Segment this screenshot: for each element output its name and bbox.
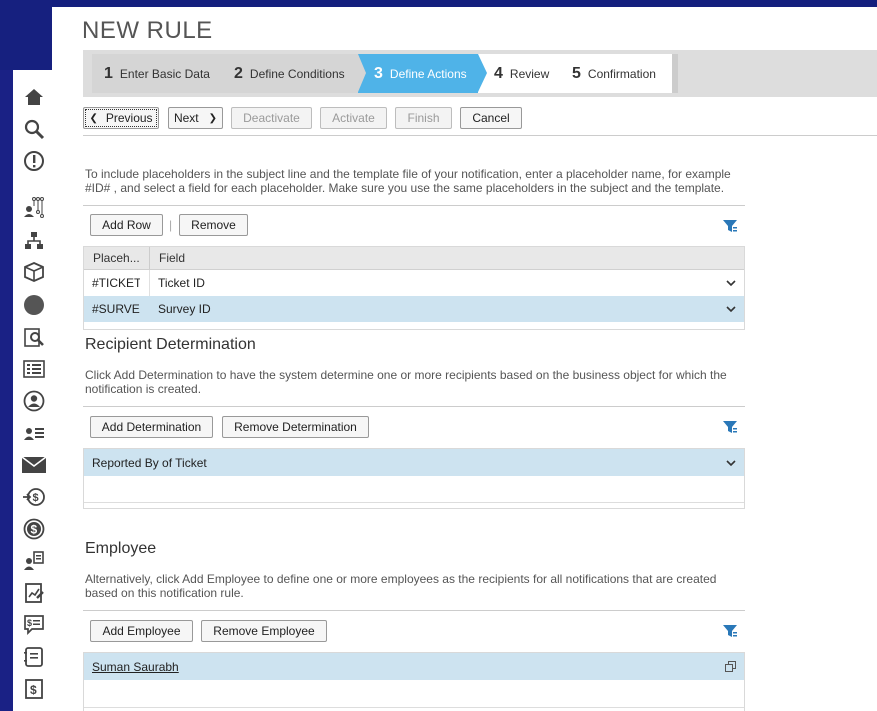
next-button[interactable]: Next ❯ xyxy=(168,107,223,129)
table-row[interactable]: Reported By of Ticket xyxy=(84,449,744,476)
chevron-down-icon[interactable] xyxy=(726,296,736,322)
box-icon[interactable] xyxy=(23,261,45,283)
remove-determination-button[interactable]: Remove Determination xyxy=(222,416,369,438)
desktop-background-top xyxy=(0,0,877,7)
activate-button[interactable]: Activate xyxy=(320,107,387,129)
org-people-icon[interactable] xyxy=(23,194,45,220)
table-header: Placeh... Field xyxy=(84,247,744,270)
field-cell[interactable]: Survey ID xyxy=(158,296,211,322)
chevron-left-icon: ❮ xyxy=(89,112,98,124)
table-row[interactable]: Suman Saurabh xyxy=(84,653,744,680)
placeholder-cell[interactable]: #SURVE xyxy=(92,296,140,322)
list-icon[interactable] xyxy=(23,358,45,380)
step-label: Enter Basic Data xyxy=(119,66,210,81)
table-footer-line xyxy=(84,707,744,708)
svg-text:$: $ xyxy=(30,683,37,697)
cancel-button[interactable]: Cancel xyxy=(460,107,522,129)
filter-icon[interactable] xyxy=(722,623,738,639)
add-row-button[interactable]: Add Row xyxy=(90,214,163,236)
employee-title: Employee xyxy=(85,540,157,557)
remove-employee-button[interactable]: Remove Employee xyxy=(201,620,327,642)
finish-button[interactable]: Finish xyxy=(395,107,452,129)
analytics-icon[interactable] xyxy=(23,326,45,348)
table-row[interactable]: #SURVE Survey ID xyxy=(84,296,744,322)
deactivate-button[interactable]: Deactivate xyxy=(231,107,312,129)
step-number: 2 xyxy=(234,64,243,82)
step-define-actions[interactable]: 3 Define Actions xyxy=(358,54,478,93)
chevron-down-icon[interactable] xyxy=(726,449,736,476)
dollar-icon[interactable]: $ xyxy=(23,518,45,540)
previous-button[interactable]: ❮ Previous xyxy=(83,107,159,129)
filter-icon[interactable] xyxy=(722,218,738,234)
section-divider xyxy=(83,610,745,611)
svg-text:$: $ xyxy=(27,618,32,628)
column-header-placeholder[interactable]: Placeh... xyxy=(93,247,140,269)
filter-icon[interactable] xyxy=(722,419,738,435)
step-number: 5 xyxy=(572,64,581,82)
step-active-arrow xyxy=(478,54,487,92)
previous-label: Previous xyxy=(105,111,153,125)
step-label: Define Actions xyxy=(389,66,467,81)
step-number: 1 xyxy=(104,64,113,82)
add-determination-button[interactable]: Add Determination xyxy=(90,416,213,438)
table-row[interactable]: #TICKET Ticket ID xyxy=(84,270,744,297)
step-number: 4 xyxy=(494,64,503,82)
person-doc-icon[interactable] xyxy=(23,550,45,572)
remove-button[interactable]: Remove xyxy=(179,214,248,236)
search-icon[interactable] xyxy=(23,118,45,140)
recipient-cell[interactable]: Reported By of Ticket xyxy=(92,449,207,476)
step-label: Confirmation xyxy=(587,66,656,81)
column-header-field[interactable]: Field xyxy=(159,247,185,269)
column-divider xyxy=(149,247,150,269)
step-label: Review xyxy=(509,66,550,81)
step-number: 3 xyxy=(374,64,383,82)
chevron-right-icon: ❯ xyxy=(208,112,218,124)
employee-table: Suman Saurabh xyxy=(83,652,745,711)
alert-icon[interactable] xyxy=(23,150,45,172)
next-label: Next xyxy=(173,111,199,125)
chevron-down-icon[interactable] xyxy=(726,270,736,296)
page-title: NEW RULE xyxy=(82,17,213,44)
toolbar-separator: | xyxy=(169,218,173,232)
step-enter-basic-data[interactable]: 1 Enter Basic Data xyxy=(92,54,218,93)
table-footer-line xyxy=(84,502,744,503)
report-icon[interactable] xyxy=(23,582,45,604)
svg-text:$: $ xyxy=(31,523,38,537)
employee-description: Alternatively, click Add Employee to def… xyxy=(85,572,717,600)
step-bar-end xyxy=(672,54,678,93)
step-review[interactable]: 4 Review xyxy=(478,54,558,93)
step-bar: 1 Enter Basic Data 2 Define Conditions 3… xyxy=(83,50,877,97)
toolbar-divider xyxy=(83,135,877,136)
open-window-icon[interactable] xyxy=(725,653,736,680)
recipient-description: Click Add Determination to have the syst… xyxy=(85,368,727,396)
svg-text:$: $ xyxy=(33,492,39,504)
notebook-icon[interactable] xyxy=(23,646,45,668)
sidebar: $ $ $ $ xyxy=(13,70,52,711)
mail-icon[interactable] xyxy=(21,454,47,476)
money-in-icon[interactable]: $ xyxy=(23,486,45,508)
employee-link[interactable]: Suman Saurabh xyxy=(92,653,179,680)
step-label: Define Conditions xyxy=(249,66,345,81)
placeholders-table: Placeh... Field #TICKET Ticket ID #SURVE… xyxy=(83,246,745,330)
desktop-background-left-strip xyxy=(0,70,13,711)
placeholders-description: To include placeholders in the subject l… xyxy=(85,167,731,195)
recipient-determination-title: Recipient Determination xyxy=(85,336,256,353)
circle-icon[interactable] xyxy=(23,294,45,316)
placeholder-cell[interactable]: #TICKET xyxy=(92,270,140,296)
home-icon[interactable] xyxy=(23,86,45,108)
section-divider xyxy=(83,406,745,407)
section-divider xyxy=(83,205,745,206)
step-separator xyxy=(358,54,366,92)
people-list-icon[interactable] xyxy=(23,422,45,444)
dollar-doc-icon[interactable]: $ xyxy=(23,678,45,700)
person-icon[interactable] xyxy=(23,390,45,412)
step-confirmation[interactable]: 5 Confirmation xyxy=(558,54,672,93)
field-cell[interactable]: Ticket ID xyxy=(158,270,205,296)
recipient-table: Reported By of Ticket xyxy=(83,448,745,509)
step-define-conditions[interactable]: 2 Define Conditions xyxy=(218,54,358,93)
hierarchy-icon[interactable] xyxy=(23,230,45,252)
add-employee-button[interactable]: Add Employee xyxy=(90,620,193,642)
column-divider xyxy=(149,270,150,296)
chat-dollar-icon[interactable]: $ xyxy=(23,614,45,636)
